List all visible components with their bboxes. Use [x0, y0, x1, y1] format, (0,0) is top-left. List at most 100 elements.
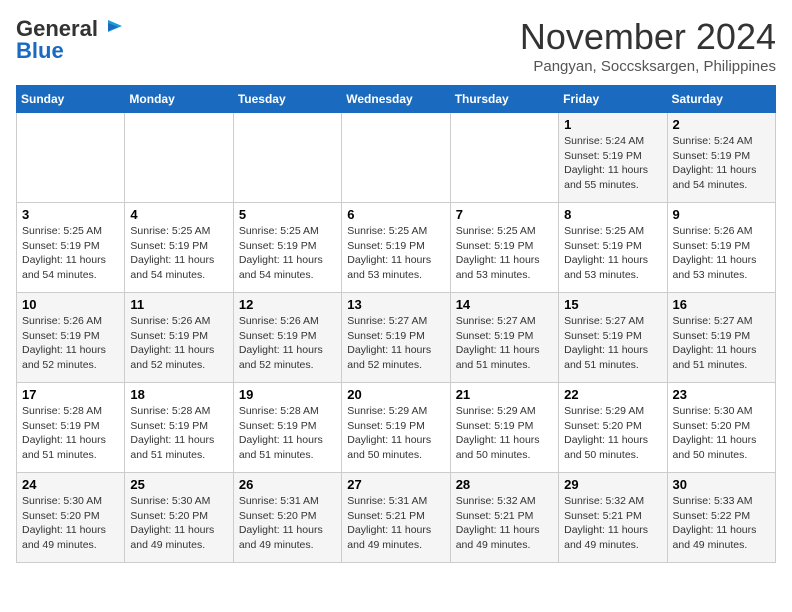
day-number: 14 [456, 297, 553, 312]
calendar-cell [342, 113, 450, 203]
day-number: 19 [239, 387, 336, 402]
day-number: 6 [347, 207, 444, 222]
day-number: 17 [22, 387, 119, 402]
logo-bird-icon [100, 16, 122, 38]
calendar-cell: 3 Sunrise: 5:25 AM Sunset: 5:19 PM Daylig… [17, 203, 125, 293]
page-header: General Blue November 2024 Pangyan, Socc… [16, 16, 776, 75]
day-info: Sunrise: 5:30 AM Sunset: 5:20 PM Dayligh… [22, 494, 119, 553]
day-info: Sunrise: 5:26 AM Sunset: 5:19 PM Dayligh… [239, 314, 336, 373]
day-info: Sunrise: 5:26 AM Sunset: 5:19 PM Dayligh… [22, 314, 119, 373]
calendar-cell: 25 Sunrise: 5:30 AM Sunset: 5:20 PM Dayli… [125, 473, 233, 563]
day-info: Sunrise: 5:27 AM Sunset: 5:19 PM Dayligh… [673, 314, 770, 373]
day-info: Sunrise: 5:28 AM Sunset: 5:19 PM Dayligh… [130, 404, 227, 463]
day-info: Sunrise: 5:27 AM Sunset: 5:19 PM Dayligh… [456, 314, 553, 373]
calendar-cell: 9Sunrise: 5:26 AM Sunset: 5:19 PM Daylig… [667, 203, 775, 293]
calendar-cell: 7 Sunrise: 5:25 AM Sunset: 5:19 PM Daylig… [450, 203, 558, 293]
calendar-week-1: 1 Sunrise: 5:24 AM Sunset: 5:19 PM Daylig… [17, 113, 776, 203]
weekday-header-thursday: Thursday [450, 86, 558, 113]
calendar-cell: 4 Sunrise: 5:25 AM Sunset: 5:19 PM Daylig… [125, 203, 233, 293]
logo: General Blue [16, 16, 122, 64]
calendar-cell: 26Sunrise: 5:31 AM Sunset: 5:20 PM Dayli… [233, 473, 341, 563]
calendar-cell: 30 Sunrise: 5:33 AM Sunset: 5:22 PM Dayli… [667, 473, 775, 563]
day-info: Sunrise: 5:26 AM Sunset: 5:19 PM Dayligh… [673, 224, 770, 283]
calendar-cell: 5 Sunrise: 5:25 AM Sunset: 5:19 PM Daylig… [233, 203, 341, 293]
day-info: Sunrise: 5:25 AM Sunset: 5:19 PM Dayligh… [130, 224, 227, 283]
calendar-cell: 23 Sunrise: 5:30 AM Sunset: 5:20 PM Dayli… [667, 383, 775, 473]
logo-blue-text: Blue [16, 38, 64, 63]
calendar-week-4: 17 Sunrise: 5:28 AM Sunset: 5:19 PM Dayli… [17, 383, 776, 473]
day-number: 24 [22, 477, 119, 492]
calendar-cell [125, 113, 233, 203]
calendar-cell [450, 113, 558, 203]
day-number: 3 [22, 207, 119, 222]
day-info: Sunrise: 5:29 AM Sunset: 5:19 PM Dayligh… [347, 404, 444, 463]
calendar-cell: 1 Sunrise: 5:24 AM Sunset: 5:19 PM Daylig… [559, 113, 667, 203]
calendar-cell: 27 Sunrise: 5:31 AM Sunset: 5:21 PM Dayli… [342, 473, 450, 563]
calendar-cell: 15Sunrise: 5:27 AM Sunset: 5:19 PM Dayli… [559, 293, 667, 383]
calendar-cell [17, 113, 125, 203]
day-info: Sunrise: 5:33 AM Sunset: 5:22 PM Dayligh… [673, 494, 770, 553]
day-info: Sunrise: 5:32 AM Sunset: 5:21 PM Dayligh… [456, 494, 553, 553]
day-number: 4 [130, 207, 227, 222]
calendar-cell: 2 Sunrise: 5:24 AM Sunset: 5:19 PM Daylig… [667, 113, 775, 203]
day-info: Sunrise: 5:25 AM Sunset: 5:19 PM Dayligh… [347, 224, 444, 283]
day-info: Sunrise: 5:30 AM Sunset: 5:20 PM Dayligh… [130, 494, 227, 553]
day-number: 2 [673, 117, 770, 132]
day-info: Sunrise: 5:24 AM Sunset: 5:19 PM Dayligh… [673, 134, 770, 193]
day-info: Sunrise: 5:31 AM Sunset: 5:21 PM Dayligh… [347, 494, 444, 553]
day-number: 27 [347, 477, 444, 492]
calendar-cell: 12 Sunrise: 5:26 AM Sunset: 5:19 PM Dayli… [233, 293, 341, 383]
day-number: 25 [130, 477, 227, 492]
day-number: 1 [564, 117, 661, 132]
day-info: Sunrise: 5:25 AM Sunset: 5:19 PM Dayligh… [22, 224, 119, 283]
day-info: Sunrise: 5:30 AM Sunset: 5:20 PM Dayligh… [673, 404, 770, 463]
calendar-cell: 19 Sunrise: 5:28 AM Sunset: 5:19 PM Dayli… [233, 383, 341, 473]
day-info: Sunrise: 5:28 AM Sunset: 5:19 PM Dayligh… [239, 404, 336, 463]
calendar-cell: 29 Sunrise: 5:32 AM Sunset: 5:21 PM Dayli… [559, 473, 667, 563]
day-info: Sunrise: 5:28 AM Sunset: 5:19 PM Dayligh… [22, 404, 119, 463]
day-info: Sunrise: 5:25 AM Sunset: 5:19 PM Dayligh… [456, 224, 553, 283]
day-info: Sunrise: 5:32 AM Sunset: 5:21 PM Dayligh… [564, 494, 661, 553]
day-info: Sunrise: 5:27 AM Sunset: 5:19 PM Dayligh… [347, 314, 444, 373]
calendar-cell: 11Sunrise: 5:26 AM Sunset: 5:19 PM Dayli… [125, 293, 233, 383]
day-number: 18 [130, 387, 227, 402]
day-number: 20 [347, 387, 444, 402]
calendar-table: SundayMondayTuesdayWednesdayThursdayFrid… [16, 85, 776, 563]
weekday-header-sunday: Sunday [17, 86, 125, 113]
calendar-cell: 6 Sunrise: 5:25 AM Sunset: 5:19 PM Daylig… [342, 203, 450, 293]
weekday-header-saturday: Saturday [667, 86, 775, 113]
day-number: 29 [564, 477, 661, 492]
day-number: 26 [239, 477, 336, 492]
calendar-week-3: 10Sunrise: 5:26 AM Sunset: 5:19 PM Dayli… [17, 293, 776, 383]
day-number: 5 [239, 207, 336, 222]
logo-general-text: General [16, 18, 98, 40]
weekday-header-row: SundayMondayTuesdayWednesdayThursdayFrid… [17, 86, 776, 113]
day-number: 12 [239, 297, 336, 312]
day-number: 15 [564, 297, 661, 312]
day-number: 28 [456, 477, 553, 492]
day-number: 7 [456, 207, 553, 222]
day-info: Sunrise: 5:29 AM Sunset: 5:19 PM Dayligh… [456, 404, 553, 463]
weekday-header-friday: Friday [559, 86, 667, 113]
day-info: Sunrise: 5:24 AM Sunset: 5:19 PM Dayligh… [564, 134, 661, 193]
calendar-cell: 13 Sunrise: 5:27 AM Sunset: 5:19 PM Dayli… [342, 293, 450, 383]
calendar-week-2: 3 Sunrise: 5:25 AM Sunset: 5:19 PM Daylig… [17, 203, 776, 293]
calendar-cell: 10Sunrise: 5:26 AM Sunset: 5:19 PM Dayli… [17, 293, 125, 383]
day-number: 11 [130, 297, 227, 312]
day-number: 30 [673, 477, 770, 492]
calendar-cell: 17 Sunrise: 5:28 AM Sunset: 5:19 PM Dayli… [17, 383, 125, 473]
calendar-cell: 18 Sunrise: 5:28 AM Sunset: 5:19 PM Dayli… [125, 383, 233, 473]
calendar-cell: 22Sunrise: 5:29 AM Sunset: 5:20 PM Dayli… [559, 383, 667, 473]
day-number: 8 [564, 207, 661, 222]
weekday-header-monday: Monday [125, 86, 233, 113]
day-info: Sunrise: 5:25 AM Sunset: 5:19 PM Dayligh… [239, 224, 336, 283]
day-info: Sunrise: 5:29 AM Sunset: 5:20 PM Dayligh… [564, 404, 661, 463]
calendar-cell: 24 Sunrise: 5:30 AM Sunset: 5:20 PM Dayli… [17, 473, 125, 563]
day-number: 23 [673, 387, 770, 402]
weekday-header-tuesday: Tuesday [233, 86, 341, 113]
calendar-cell: 8Sunrise: 5:25 AM Sunset: 5:19 PM Daylig… [559, 203, 667, 293]
calendar-week-5: 24 Sunrise: 5:30 AM Sunset: 5:20 PM Dayli… [17, 473, 776, 563]
location-text: Pangyan, Soccsksargen, Philippines [520, 58, 776, 75]
day-number: 13 [347, 297, 444, 312]
month-title: November 2024 [520, 16, 776, 58]
